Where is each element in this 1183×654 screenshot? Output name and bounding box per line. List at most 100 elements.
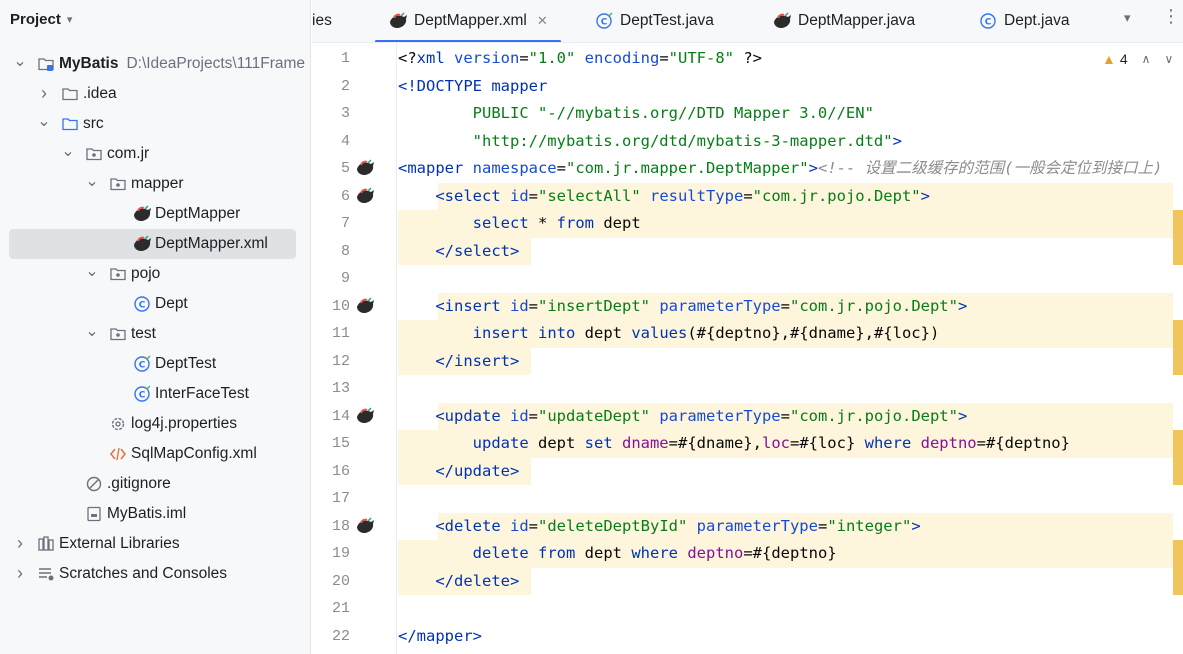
mybatis-bird-icon <box>132 204 152 224</box>
project-header[interactable]: Project ▾ <box>0 0 310 38</box>
tree-item[interactable]: › .idea <box>0 79 310 109</box>
code-token: =#{dname}, <box>668 434 762 452</box>
code-text: PUBLIC "-//mybatis.org//DTD Mapper 3.0//… <box>398 100 874 128</box>
code-line[interactable]: 3 PUBLIC "-//mybatis.org//DTD Mapper 3.0… <box>312 100 1183 128</box>
code-token: > <box>957 406 968 425</box>
gear-icon <box>108 414 128 434</box>
code-token: xml <box>416 49 454 67</box>
chevron-down-icon[interactable]: ▾ <box>67 13 73 26</box>
tree-item[interactable]: SqlMapConfig.xml <box>0 439 310 469</box>
tree-item[interactable]: ⌄ src <box>0 109 310 139</box>
code-line[interactable]: 17 <box>312 485 1183 513</box>
tree-item[interactable]: .gitignore <box>0 469 310 499</box>
code-token: = <box>528 186 538 205</box>
code-token: dept <box>584 544 632 562</box>
code-token: "http://mybatis.org/dtd/mybatis-3-mapper… <box>472 131 893 150</box>
code-line[interactable]: 11 insert into dept values(#{deptno},#{d… <box>312 320 1183 375</box>
inspection-widget[interactable]: ▲ 4 ∧ ∨ <box>1102 51 1173 67</box>
code-line[interactable]: 20 </delete> <box>312 567 1183 595</box>
xml-icon <box>108 444 128 464</box>
line-number: 3 <box>340 105 350 122</box>
tree-item[interactable]: ⌄ test <box>0 319 310 349</box>
code-line[interactable]: 16 </update> <box>312 457 1183 485</box>
tree-item[interactable]: › Scratches and Consoles <box>0 559 310 589</box>
tree-item-label: DeptTest <box>155 355 216 373</box>
code-line[interactable]: 22 </mapper> <box>312 623 1183 651</box>
code-line[interactable]: 4 "http://mybatis.org/dtd/mybatis-3-mapp… <box>312 128 1183 156</box>
tree-item[interactable]: C InterFaceTest <box>0 379 310 409</box>
code-token: > <box>892 131 902 150</box>
tree-item-label: Scratches and Consoles <box>59 565 227 583</box>
next-highlight-icon[interactable]: ∨ <box>1164 52 1173 66</box>
mybatis-navigate-icon[interactable] <box>355 159 375 179</box>
code-token: encoding <box>584 49 660 67</box>
editor-tab[interactable]: DeptMapper.java <box>772 0 915 42</box>
code-line[interactable]: 1 <?xml version="1.0" encoding="UTF-8" ?> <box>312 45 1183 73</box>
tree-item[interactable]: DeptMapper.xml <box>0 229 310 259</box>
tree-item[interactable]: C Dept <box>0 289 310 319</box>
tree-item[interactable]: ⌄ mapper <box>0 169 310 199</box>
chevron-down-icon[interactable]: ▾ <box>1124 10 1131 26</box>
mybatis-navigate-icon[interactable] <box>355 296 375 317</box>
code-line[interactable]: 14 <update id="updateDept" parameterType… <box>312 402 1183 430</box>
code-token: insert <box>472 324 538 342</box>
code-line[interactable]: 12 </insert> <box>312 347 1183 375</box>
code-token: (#{deptno},#{dname},#{loc}) <box>687 324 940 342</box>
mybatis-navigate-icon[interactable] <box>355 406 375 427</box>
code-line[interactable]: 8 </select> <box>312 237 1183 265</box>
tree-item[interactable]: log4j.properties <box>0 409 310 439</box>
code-token: update <box>472 434 538 452</box>
tree-item[interactable]: ⌄ com.jr <box>0 139 310 169</box>
tree-item[interactable]: C DeptTest <box>0 349 310 379</box>
chevron-down-icon[interactable]: ⌄ <box>60 141 76 161</box>
code-line[interactable]: 6 <select id="selectAll" resultType="com… <box>312 182 1183 210</box>
code-token: <insert <box>435 296 510 315</box>
mybatis-navigate-icon[interactable] <box>355 186 375 207</box>
chevron-right-icon[interactable]: › <box>12 563 28 584</box>
mybatis-bird-icon <box>132 234 152 254</box>
mybatis-bird-icon <box>388 11 408 31</box>
chevron-down-icon[interactable]: ⌄ <box>84 171 100 191</box>
code-line[interactable]: 15 update dept set dname=#{dname},loc=#{… <box>312 430 1183 485</box>
chevron-down-icon[interactable]: ⌄ <box>36 111 52 131</box>
code-token: </select> <box>435 241 520 260</box>
code-line[interactable]: 10 <insert id="insertDept" parameterType… <box>312 292 1183 320</box>
code-line[interactable]: 9 <box>312 265 1183 293</box>
editor-tab[interactable]: C DeptTest.java <box>594 0 714 42</box>
more-options-icon[interactable]: ⋮ <box>1162 6 1180 27</box>
tree-item[interactable]: DeptMapper <box>0 199 310 229</box>
chevron-down-icon[interactable]: ⌄ <box>12 51 28 71</box>
code-line[interactable]: 7 select * from dept <box>312 210 1183 265</box>
previous-highlight-icon[interactable]: ∧ <box>1142 52 1151 66</box>
tree-item-name: MyBatis <box>59 55 119 72</box>
code-editor[interactable]: 1 <?xml version="1.0" encoding="UTF-8" ?>… <box>312 43 1183 654</box>
tree-item[interactable]: MyBatis.iml <box>0 499 310 529</box>
tree-item[interactable]: ⌄ MyBatis D:\IdeaProjects\111Frame <box>0 49 310 79</box>
code-line[interactable]: 2 <!DOCTYPE mapper <box>312 73 1183 101</box>
chevron-down-icon[interactable]: ⌄ <box>84 321 100 341</box>
code-line[interactable]: 13 <box>312 375 1183 403</box>
code-line[interactable]: 21 <box>312 595 1183 623</box>
close-icon[interactable]: ✕ <box>537 13 548 29</box>
tree-item-name: log4j.properties <box>131 415 237 432</box>
tree-item[interactable]: › External Libraries <box>0 529 310 559</box>
code-line[interactable]: 18 <delete id="deleteDeptById" parameter… <box>312 512 1183 540</box>
line-number: 2 <box>340 77 350 95</box>
chevron-down-icon[interactable]: ⌄ <box>84 261 100 281</box>
code-token: deptno <box>687 544 744 562</box>
chevron-right-icon[interactable]: › <box>36 83 52 104</box>
mybatis-navigate-icon[interactable] <box>355 516 375 537</box>
line-number: 18 <box>331 517 350 535</box>
class-icon: C <box>978 11 998 31</box>
chevron-right-icon[interactable]: › <box>12 533 28 554</box>
code-line[interactable]: 19 delete from dept where deptno=#{deptn… <box>312 540 1183 595</box>
tree-item[interactable]: ⌄ pojo <box>0 259 310 289</box>
code-line[interactable]: 5 <mapper namespace="com.jr.mapper.DeptMa… <box>312 155 1183 183</box>
tab-partial[interactable]: ies <box>312 0 332 42</box>
editor-tab[interactable]: DeptMapper.xml ✕ <box>388 0 548 42</box>
code-token: deptno <box>920 434 977 452</box>
code-token: "1.0" <box>528 49 585 67</box>
code-token: PUBLIC "-//mybatis.org//DTD Mapper 3.0//… <box>472 104 874 122</box>
editor-tab[interactable]: C Dept.java <box>978 0 1069 42</box>
